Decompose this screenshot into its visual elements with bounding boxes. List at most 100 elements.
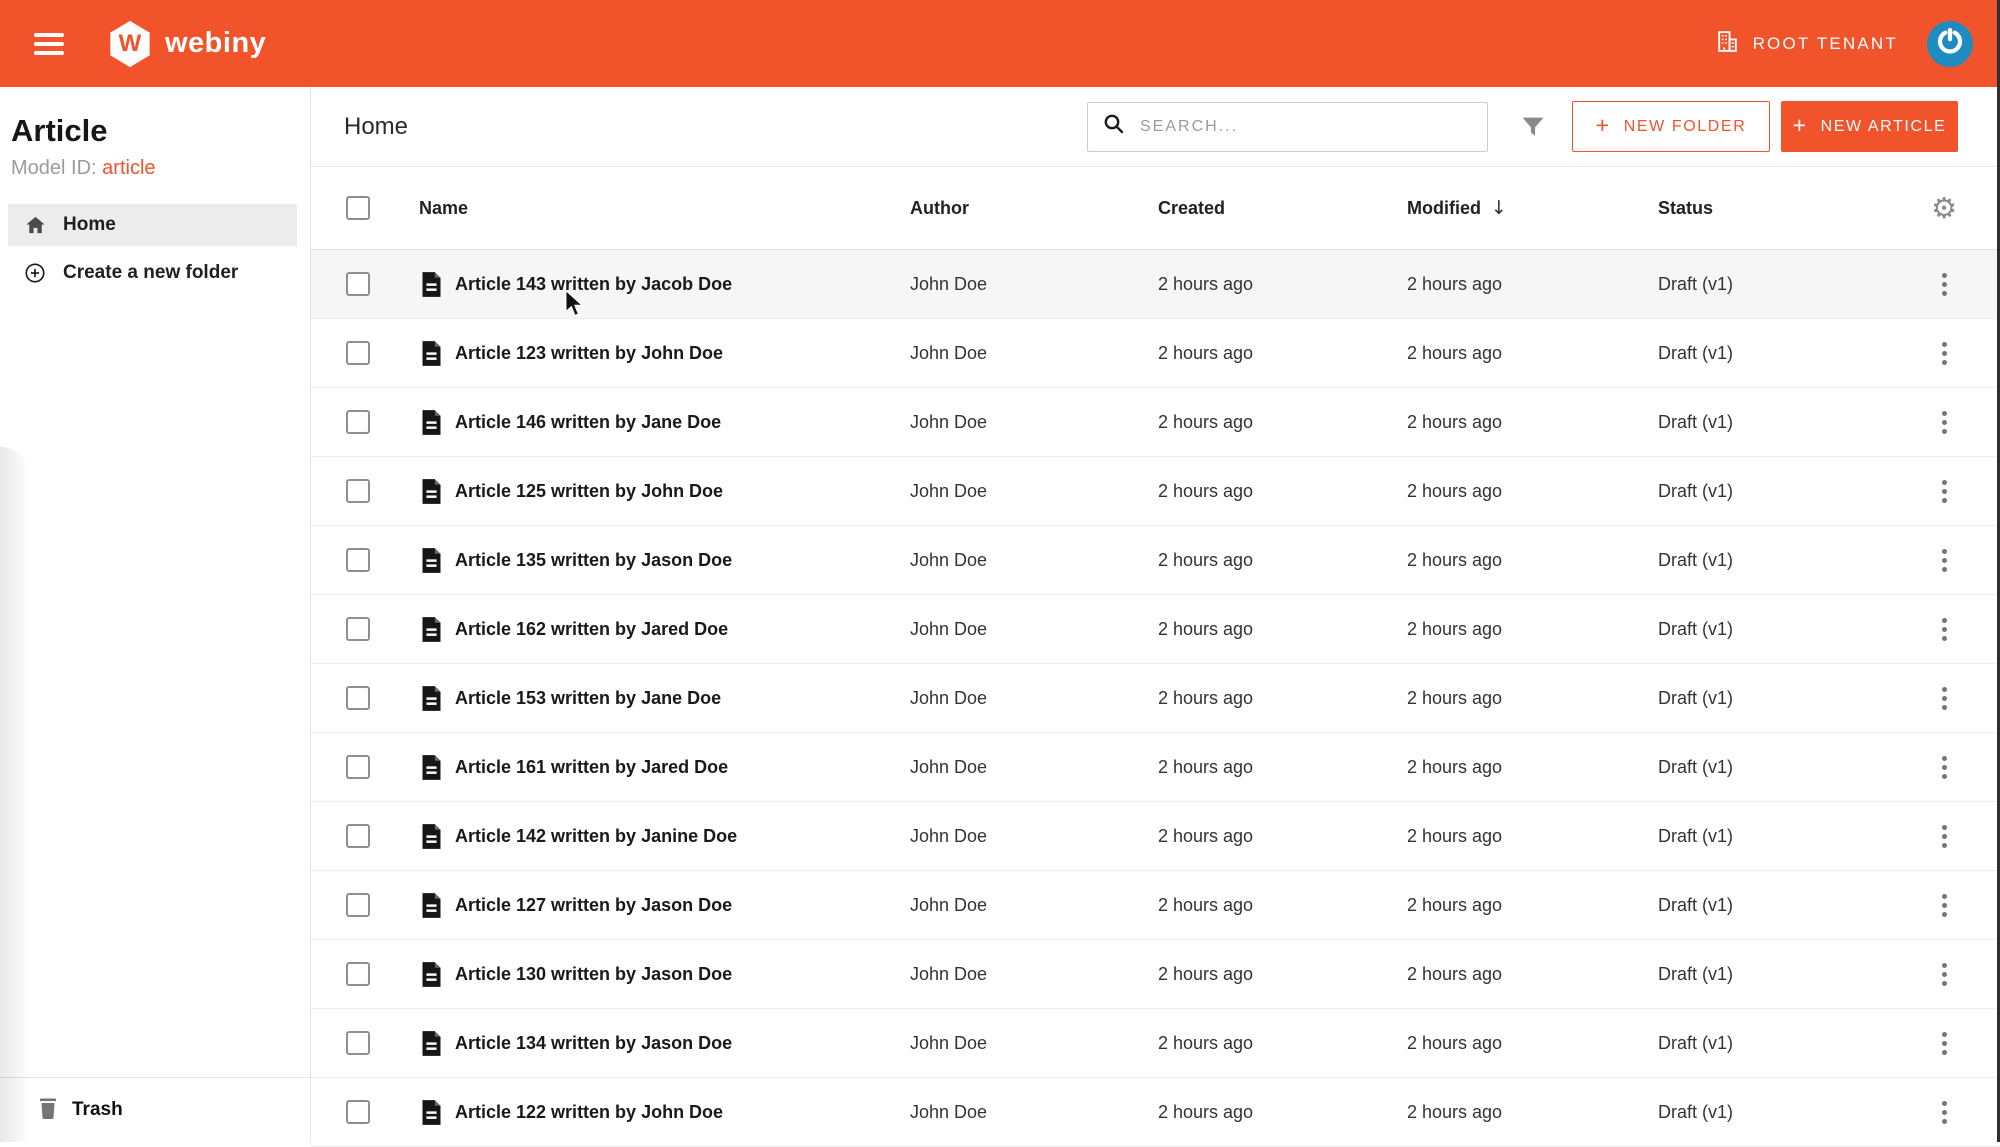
row-checkbox[interactable] — [346, 548, 370, 572]
row-name-link[interactable]: Article 122 written by John Doe — [455, 1102, 910, 1123]
row-author: John Doe — [910, 687, 988, 708]
kebab-menu-icon[interactable] — [1931, 338, 1957, 369]
row-name-link[interactable]: Article 134 written by Jason Doe — [455, 1033, 910, 1054]
row-checkbox[interactable] — [346, 341, 370, 365]
row-checkbox[interactable] — [346, 617, 370, 641]
column-header-name[interactable]: Name — [419, 198, 910, 219]
row-checkbox[interactable] — [346, 893, 370, 917]
kebab-menu-icon[interactable] — [1931, 269, 1957, 300]
column-header-status[interactable]: Status — [1658, 198, 1931, 219]
table-row[interactable]: Article 130 written by Jason Doe John Do… — [311, 940, 2000, 1009]
new-folder-button[interactable]: + NEW FOLDER — [1572, 101, 1770, 152]
table-row[interactable]: Article 146 written by Jane Doe John Doe… — [311, 388, 2000, 457]
kebab-menu-icon[interactable] — [1931, 1028, 1957, 1059]
table-row[interactable]: Article 153 written by Jane Doe John Doe… — [311, 664, 2000, 733]
search-input[interactable] — [1140, 117, 1473, 136]
row-status: Draft (v1) — [1658, 894, 1734, 915]
document-icon — [419, 478, 455, 505]
plus-icon: + — [1595, 112, 1611, 138]
gear-icon[interactable]: ⚙ — [1931, 193, 1957, 223]
document-icon — [419, 547, 455, 574]
kebab-menu-icon[interactable] — [1931, 890, 1957, 921]
trash-icon — [38, 1097, 58, 1124]
create-folder-button[interactable]: Create a new folder — [8, 252, 297, 294]
row-status: Draft (v1) — [1658, 273, 1734, 294]
new-article-button[interactable]: + NEW ARTICLE — [1781, 101, 1958, 152]
table-row[interactable]: Article 135 written by Jason Doe John Do… — [311, 526, 2000, 595]
row-checkbox[interactable] — [346, 1031, 370, 1055]
table-body: Article 143 written by Jacob Doe John Do… — [311, 250, 2000, 1147]
filter-icon[interactable] — [1518, 113, 1548, 141]
trash-button[interactable]: Trash — [0, 1078, 310, 1142]
row-checkbox[interactable] — [346, 962, 370, 986]
hamburger-menu-icon[interactable] — [34, 32, 64, 55]
row-created: 2 hours ago — [1158, 756, 1254, 777]
row-modified: 2 hours ago — [1407, 963, 1503, 984]
table-row[interactable]: Article 142 written by Janine Doe John D… — [311, 802, 2000, 871]
row-author: John Doe — [910, 342, 988, 363]
row-name-link[interactable]: Article 146 written by Jane Doe — [455, 412, 910, 433]
row-author: John Doe — [910, 480, 988, 501]
column-header-modified-label: Modified — [1407, 197, 1481, 218]
row-checkbox[interactable] — [346, 755, 370, 779]
select-all-checkbox[interactable] — [346, 196, 370, 220]
sidebar-item-home[interactable]: Home — [8, 204, 297, 246]
row-name-link[interactable]: Article 135 written by Jason Doe — [455, 550, 910, 571]
column-header-created[interactable]: Created — [1158, 198, 1407, 219]
kebab-menu-icon[interactable] — [1931, 476, 1957, 507]
row-created: 2 hours ago — [1158, 618, 1254, 639]
kebab-menu-icon[interactable] — [1931, 545, 1957, 576]
row-created: 2 hours ago — [1158, 480, 1254, 501]
row-created: 2 hours ago — [1158, 825, 1254, 846]
sort-desc-icon: ↓ — [1491, 197, 1507, 219]
row-name-link[interactable]: Article 142 written by Janine Doe — [455, 826, 910, 847]
row-name-link[interactable]: Article 127 written by Jason Doe — [455, 895, 910, 916]
model-id-label: Model ID: — [11, 157, 97, 179]
kebab-menu-icon[interactable] — [1931, 407, 1957, 438]
user-avatar[interactable] — [1927, 20, 1973, 67]
kebab-menu-icon[interactable] — [1931, 683, 1957, 714]
column-header-author[interactable]: Author — [910, 198, 1158, 219]
table-row[interactable]: Article 161 written by Jared Doe John Do… — [311, 733, 2000, 802]
row-checkbox[interactable] — [346, 410, 370, 434]
webiny-logo[interactable]: W webiny — [108, 20, 266, 68]
kebab-menu-icon[interactable] — [1931, 1097, 1957, 1128]
row-checkbox[interactable] — [346, 686, 370, 710]
kebab-menu-icon[interactable] — [1931, 821, 1957, 852]
row-name-link[interactable]: Article 162 written by Jared Doe — [455, 619, 910, 640]
row-author: John Doe — [910, 411, 988, 432]
table-row[interactable]: Article 143 written by Jacob Doe John Do… — [311, 250, 2000, 319]
kebab-menu-icon[interactable] — [1931, 752, 1957, 783]
row-modified: 2 hours ago — [1407, 825, 1503, 846]
row-checkbox[interactable] — [346, 1100, 370, 1124]
table-row[interactable]: Article 134 written by Jason Doe John Do… — [311, 1009, 2000, 1078]
row-name-link[interactable]: Article 125 written by John Doe — [455, 481, 910, 502]
row-name-link[interactable]: Article 123 written by John Doe — [455, 343, 910, 364]
table-row[interactable]: Article 162 written by Jared Doe John Do… — [311, 595, 2000, 664]
building-icon — [1715, 29, 1740, 59]
row-status: Draft (v1) — [1658, 1032, 1734, 1053]
row-name-link[interactable]: Article 153 written by Jane Doe — [455, 688, 910, 709]
kebab-menu-icon[interactable] — [1931, 614, 1957, 645]
table-row[interactable]: Article 123 written by John Doe John Doe… — [311, 319, 2000, 388]
tenant-selector[interactable]: ROOT TENANT — [1715, 29, 1898, 59]
document-icon — [419, 616, 455, 643]
row-created: 2 hours ago — [1158, 273, 1254, 294]
table-row[interactable]: Article 127 written by Jason Doe John Do… — [311, 871, 2000, 940]
column-header-modified[interactable]: Modified ↓ — [1407, 197, 1658, 219]
row-name-link[interactable]: Article 161 written by Jared Doe — [455, 757, 910, 778]
table-row[interactable]: Article 125 written by John Doe John Doe… — [311, 457, 2000, 526]
row-checkbox[interactable] — [346, 824, 370, 848]
row-status: Draft (v1) — [1658, 687, 1734, 708]
row-name-link[interactable]: Article 143 written by Jacob Doe — [455, 274, 910, 295]
document-icon — [419, 1099, 455, 1126]
document-icon — [419, 754, 455, 781]
webiny-hexagon-icon: W — [108, 20, 152, 68]
row-author: John Doe — [910, 1101, 988, 1122]
row-checkbox[interactable] — [346, 272, 370, 296]
row-name-link[interactable]: Article 130 written by Jason Doe — [455, 964, 910, 985]
row-checkbox[interactable] — [346, 479, 370, 503]
table-row[interactable]: Article 122 written by John Doe John Doe… — [311, 1078, 2000, 1147]
home-icon — [23, 214, 47, 237]
kebab-menu-icon[interactable] — [1931, 959, 1957, 990]
